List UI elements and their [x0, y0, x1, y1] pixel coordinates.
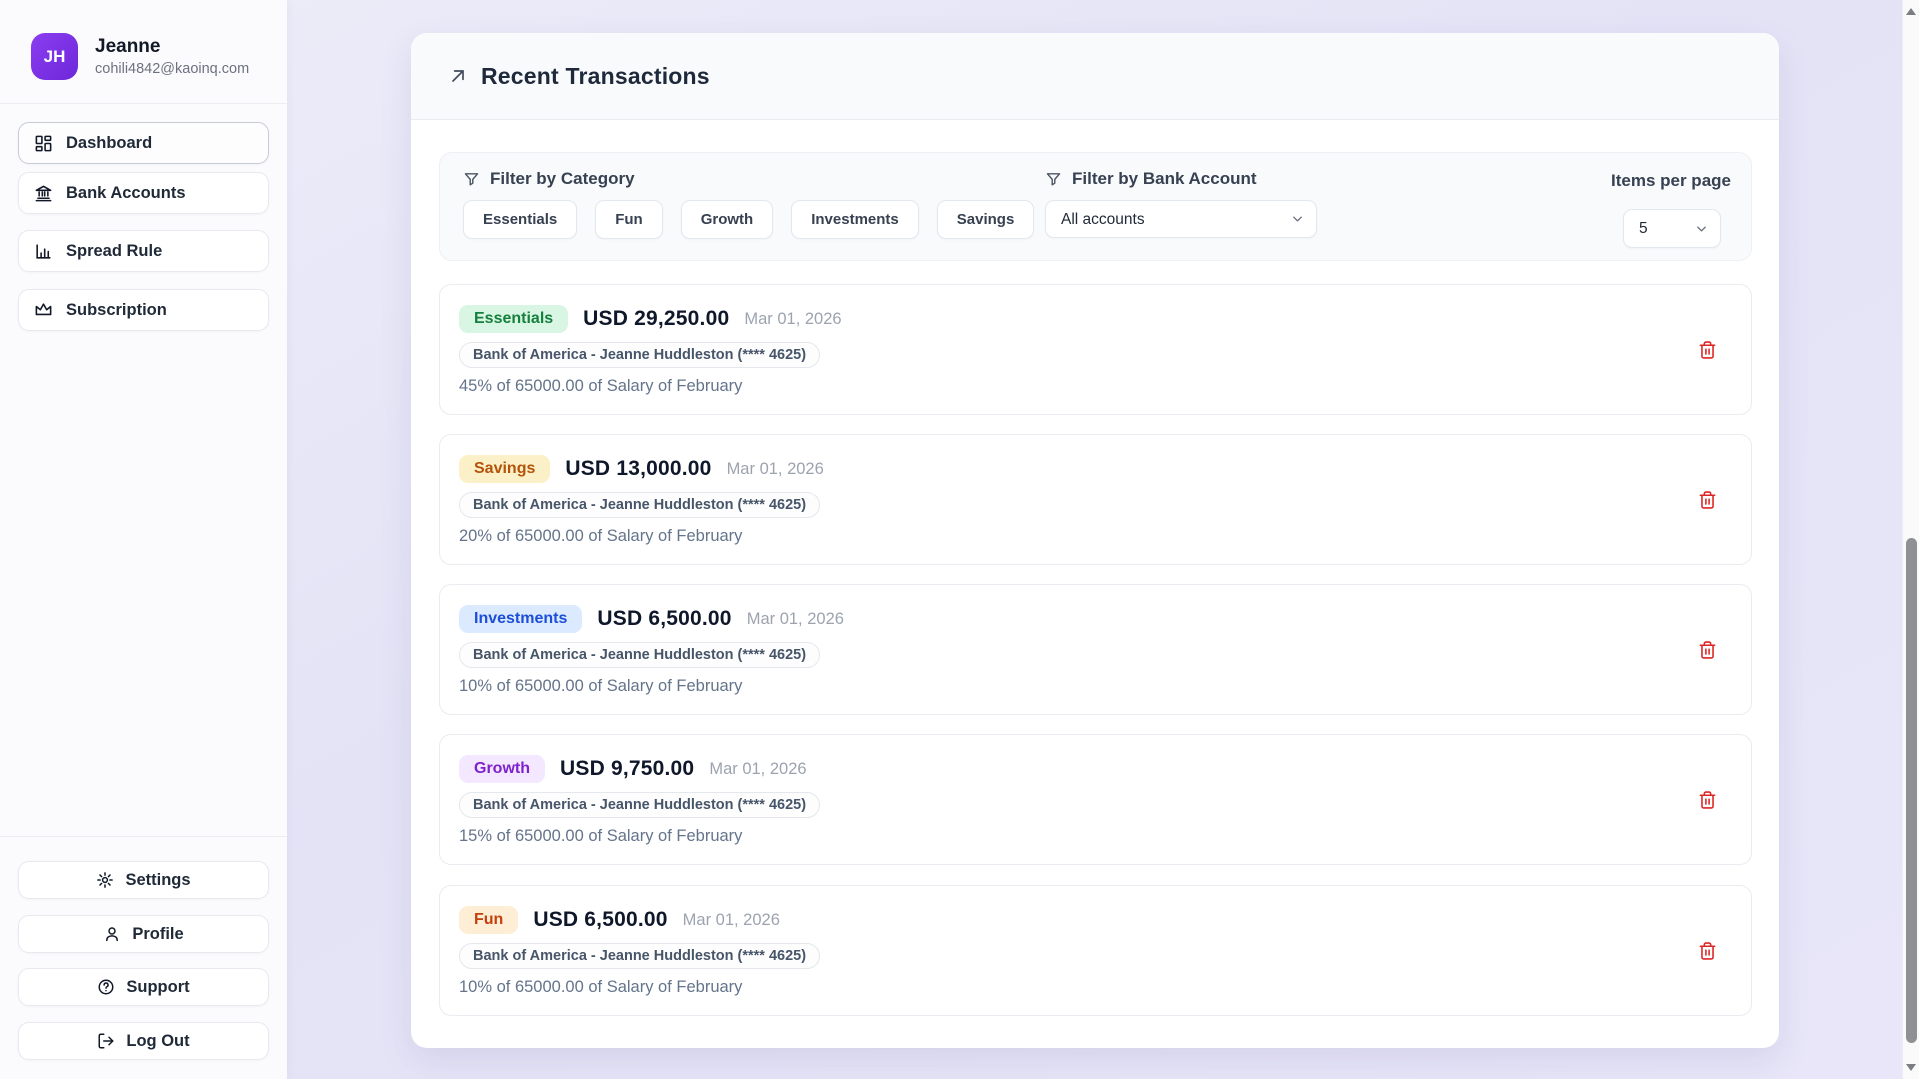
sidebar-item-subscription[interactable]: Subscription: [18, 289, 269, 331]
transaction-detail: 15% of 65000.00 of Salary of February: [459, 827, 1727, 846]
transaction-detail: 20% of 65000.00 of Salary of February: [459, 527, 1727, 546]
transaction-amount: USD 6,500.00: [533, 908, 667, 932]
avatar: JH: [31, 33, 78, 80]
transaction-amount: USD 9,750.00: [560, 757, 694, 781]
category-badge: Fun: [459, 906, 518, 934]
sidebar-divider: [0, 103, 287, 104]
bank-account-chip: Bank of America - Jeanne Huddleston (***…: [459, 642, 820, 668]
scroll-up-icon[interactable]: [1906, 8, 1916, 15]
trash-icon: [1698, 640, 1717, 660]
bank-account-chip: Bank of America - Jeanne Huddleston (***…: [459, 792, 820, 818]
delete-transaction-button[interactable]: [1694, 786, 1721, 814]
scrollbar[interactable]: [1902, 0, 1919, 1079]
funnel-icon: [463, 171, 480, 188]
transaction-detail: 45% of 65000.00 of Salary of February: [459, 377, 1727, 396]
sidebar: JH Jeanne cohili4842@kaoinq.com Dashboar…: [0, 0, 287, 1079]
sidebar-item-label: Spread Rule: [66, 242, 162, 261]
sidebar-item-label: Bank Accounts: [66, 184, 186, 203]
trash-icon: [1698, 790, 1717, 810]
transaction-date: Mar 01, 2026: [727, 460, 824, 479]
page-header: Recent Transactions: [411, 33, 1779, 120]
trash-icon: [1698, 941, 1717, 961]
bank-account-select-wrap: All accounts: [1045, 200, 1317, 238]
transaction-date: Mar 01, 2026: [709, 760, 806, 779]
category-badge: Savings: [459, 455, 550, 483]
bank-account-chip: Bank of America - Jeanne Huddleston (***…: [459, 342, 820, 368]
transaction-detail: 10% of 65000.00 of Salary of February: [459, 677, 1727, 696]
trash-icon: [1698, 490, 1717, 510]
delete-transaction-button[interactable]: [1694, 937, 1721, 965]
category-filter-savings[interactable]: Savings: [937, 200, 1035, 239]
category-badge: Investments: [459, 605, 582, 633]
footer-item-label: Profile: [132, 925, 183, 944]
transaction-row: Essentials USD 29,250.00 Mar 01, 2026 Ba…: [439, 284, 1752, 415]
transaction-date: Mar 01, 2026: [747, 610, 844, 629]
category-badge: Essentials: [459, 305, 568, 333]
category-filter-fun[interactable]: Fun: [595, 200, 663, 239]
scroll-down-icon[interactable]: [1906, 1064, 1916, 1071]
sidebar-item-dashboard[interactable]: Dashboard: [18, 122, 269, 164]
arrow-up-right-icon: [448, 66, 468, 86]
log-out-button[interactable]: Log Out: [18, 1022, 269, 1060]
items-per-page-select[interactable]: 5: [1624, 210, 1720, 247]
bank-account-select[interactable]: All accounts: [1046, 201, 1316, 237]
filter-bank-label: Filter by Bank Account: [1072, 169, 1257, 189]
transaction-row: Savings USD 13,000.00 Mar 01, 2026 Bank …: [439, 434, 1752, 565]
trash-icon: [1698, 340, 1717, 360]
filter-category-label-row: Filter by Category: [463, 169, 635, 189]
transaction-detail: 10% of 65000.00 of Salary of February: [459, 978, 1727, 997]
profile-button[interactable]: Profile: [18, 915, 269, 953]
delete-transaction-button[interactable]: [1694, 636, 1721, 664]
scrollbar-thumb[interactable]: [1906, 538, 1917, 1043]
avatar-initials: JH: [44, 47, 66, 67]
delete-transaction-button[interactable]: [1694, 486, 1721, 514]
help-circle-icon: [97, 978, 115, 996]
category-filter-growth[interactable]: Growth: [681, 200, 774, 239]
bank-account-chip: Bank of America - Jeanne Huddleston (***…: [459, 943, 820, 969]
log-out-icon: [97, 1032, 115, 1050]
transaction-date: Mar 01, 2026: [683, 911, 780, 930]
delete-transaction-button[interactable]: [1694, 336, 1721, 364]
items-per-page-label: Items per page: [1611, 171, 1731, 191]
transaction-amount: USD 29,250.00: [583, 307, 729, 331]
bank-account-chip: Bank of America - Jeanne Huddleston (***…: [459, 492, 820, 518]
page-title: Recent Transactions: [481, 63, 710, 90]
category-filter-investments[interactable]: Investments: [791, 200, 919, 239]
sidebar-footer-divider: [0, 836, 287, 837]
main-panel: Recent Transactions Filter by Category E…: [411, 33, 1779, 1048]
transaction-row: Growth USD 9,750.00 Mar 01, 2026 Bank of…: [439, 734, 1752, 865]
items-per-page-select-wrap: 5: [1623, 209, 1721, 248]
dashboard-grid-icon: [34, 134, 53, 153]
funnel-icon: [1045, 171, 1062, 188]
sidebar-item-label: Subscription: [66, 301, 167, 320]
footer-item-label: Settings: [125, 871, 190, 890]
settings-button[interactable]: Settings: [18, 861, 269, 899]
user-email: cohili4842@kaoinq.com: [95, 61, 249, 77]
category-badge: Growth: [459, 755, 545, 783]
user-name: Jeanne: [95, 36, 249, 58]
user-icon: [103, 925, 121, 943]
user-block: JH Jeanne cohili4842@kaoinq.com: [31, 33, 249, 80]
filter-category-label: Filter by Category: [490, 169, 635, 189]
gear-icon: [96, 871, 114, 889]
bar-chart-icon: [34, 242, 53, 261]
category-filter-buttons: Essentials Fun Growth Investments Saving…: [463, 200, 1034, 239]
sidebar-item-bank-accounts[interactable]: Bank Accounts: [18, 172, 269, 214]
footer-item-label: Log Out: [126, 1032, 189, 1051]
support-button[interactable]: Support: [18, 968, 269, 1006]
transaction-row: Investments USD 6,500.00 Mar 01, 2026 Ba…: [439, 584, 1752, 715]
sidebar-item-spread-rule[interactable]: Spread Rule: [18, 230, 269, 272]
filter-bank-label-row: Filter by Bank Account: [1045, 169, 1257, 189]
transaction-date: Mar 01, 2026: [744, 310, 841, 329]
filter-bar: Filter by Category Essentials Fun Growth…: [439, 152, 1752, 261]
bank-icon: [34, 184, 53, 203]
transaction-row: Fun USD 6,500.00 Mar 01, 2026 Bank of Am…: [439, 885, 1752, 1016]
footer-item-label: Support: [126, 978, 189, 997]
transaction-amount: USD 6,500.00: [597, 607, 731, 631]
transaction-amount: USD 13,000.00: [565, 457, 711, 481]
crown-icon: [34, 301, 53, 320]
category-filter-essentials[interactable]: Essentials: [463, 200, 577, 239]
sidebar-item-label: Dashboard: [66, 134, 152, 153]
